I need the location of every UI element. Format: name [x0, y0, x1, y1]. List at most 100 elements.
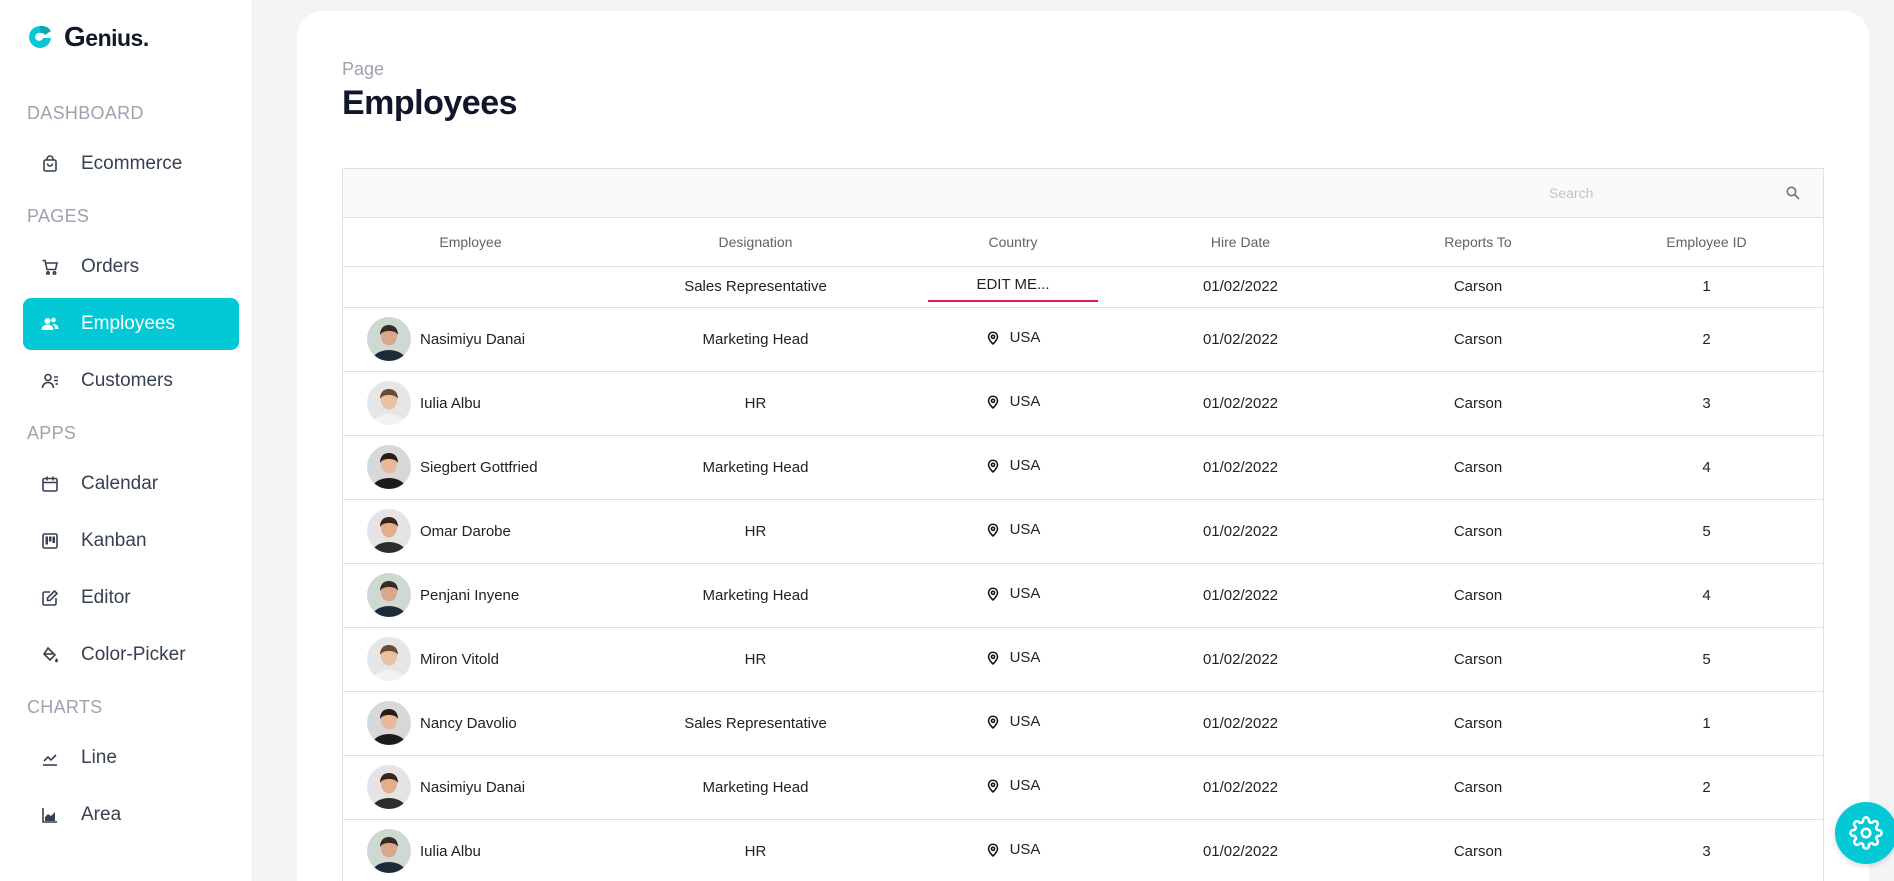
table-row[interactable]: Siegbert Gottfried Marketing Head USA 01/02…: [343, 435, 1823, 500]
table-row[interactable]: Iulia Albu HR USA 01/02/2022 Carson 3: [343, 371, 1823, 436]
location-pin-icon: [986, 715, 1000, 729]
country-cell: USA: [913, 499, 1113, 564]
column-header-hire-date[interactable]: Hire Date: [1113, 218, 1368, 267]
hire-date-cell: 01/02/2022: [1113, 755, 1368, 820]
sidebar-item-employees[interactable]: Employees: [23, 298, 239, 350]
employee-name: Siegbert Gottfried: [420, 458, 538, 476]
country-cell: USA: [913, 563, 1113, 628]
reports-to-cell: Carson: [1368, 819, 1588, 881]
avatar: [367, 637, 411, 681]
gear-icon: [1849, 816, 1883, 850]
edit-icon: [41, 589, 59, 607]
page-title: Employees: [342, 84, 518, 122]
country-cell: USA: [913, 819, 1113, 881]
settings-button[interactable]: [1835, 802, 1894, 864]
customers-icon: [41, 372, 59, 390]
country-cell: USA: [913, 435, 1113, 500]
table-row[interactable]: Omar Darobe HR USA 01/02/2022 Carson 5: [343, 499, 1823, 564]
location-pin-icon: [986, 587, 1000, 601]
grid-table: Employee Designation Country Hire Date R…: [343, 218, 1823, 881]
cart-icon: [41, 258, 59, 276]
location-pin-icon: [986, 779, 1000, 793]
hire-date-cell: 01/02/2022: [1113, 819, 1368, 881]
country-name: USA: [1009, 521, 1041, 539]
column-header-designation[interactable]: Designation: [598, 218, 913, 267]
hire-date-cell: 01/02/2022: [1113, 563, 1368, 628]
employee-cell: Siegbert Gottfried: [343, 435, 598, 500]
table-row[interactable]: Penjani Inyene Marketing Head USA 01/02/202…: [343, 563, 1823, 628]
sidebar-item-calendar[interactable]: Calendar: [23, 458, 239, 510]
employee-id-cell: 2: [1588, 755, 1823, 820]
column-header-reports-to[interactable]: Reports To: [1368, 218, 1588, 267]
location-pin-icon: [986, 651, 1000, 665]
sidebar-item-line[interactable]: Line: [23, 732, 239, 784]
designation-cell: HR: [598, 499, 913, 564]
table-row[interactable]: Nasimiyu Danai Marketing Head USA 01/02/202…: [343, 755, 1823, 820]
employee-name: Nasimiyu Danai: [420, 778, 526, 796]
section-title-apps: APPS: [27, 422, 77, 443]
line-chart-icon: [41, 749, 59, 767]
main-card: Page Employees Employee Designation Coun…: [297, 11, 1869, 881]
sidebar-item-editor[interactable]: Editor: [23, 572, 239, 624]
column-header-employee-id[interactable]: Employee ID: [1588, 218, 1823, 267]
sidebar-item-label: Line: [81, 747, 117, 768]
avatar: [367, 445, 411, 489]
grid-toolbar: [343, 169, 1823, 218]
designation-cell: Sales Representative: [598, 266, 913, 308]
employee-id-cell: 3: [1588, 819, 1823, 881]
country-cell: EDIT ME...: [913, 266, 1113, 308]
country-name: USA: [1009, 649, 1041, 667]
avatar: [367, 381, 411, 425]
hire-date-cell: 01/02/2022: [1113, 627, 1368, 692]
designation-cell: Marketing Head: [598, 307, 913, 372]
page-label: Page: [342, 59, 385, 79]
employee-id-cell: 4: [1588, 435, 1823, 500]
sidebar-item-area[interactable]: Area: [23, 789, 239, 841]
avatar: [367, 317, 411, 361]
designation-cell: Marketing Head: [598, 755, 913, 820]
table-row[interactable]: Nasimiyu Danai Marketing Head USA 01/02/202…: [343, 307, 1823, 372]
sidebar-item-color-picker[interactable]: Color-Picker: [23, 629, 239, 681]
sidebar-item-label: Area: [81, 804, 122, 825]
employee-cell: Penjani Inyene: [343, 563, 598, 628]
sidebar-item-ecommerce[interactable]: Ecommerce: [23, 138, 239, 190]
brand-logo[interactable]: Genius.: [26, 14, 149, 60]
kanban-icon: [41, 532, 59, 550]
sidebar-item-orders[interactable]: Orders: [23, 241, 239, 293]
employee-name: Iulia Albu: [420, 842, 481, 860]
reports-to-cell: Carson: [1368, 691, 1588, 756]
country-name: USA: [1009, 713, 1041, 731]
sidebar-nav: DASHBOARD Ecommerce PAGES Orders Employe…: [0, 92, 252, 846]
employee-name: Nasimiyu Danai: [420, 330, 526, 348]
sidebar-item-kanban[interactable]: Kanban: [23, 515, 239, 567]
employee-id-cell: 3: [1588, 371, 1823, 436]
sidebar-item-label: Ecommerce: [81, 153, 183, 174]
employee-name: Iulia Albu: [420, 394, 481, 412]
table-row[interactable]: Iulia Albu HR USA 01/02/2022 Carson 3: [343, 819, 1823, 881]
search-icon[interactable]: [1779, 179, 1807, 207]
hire-date-cell: 01/02/2022: [1113, 691, 1368, 756]
column-header-country[interactable]: Country: [913, 218, 1113, 267]
search-input[interactable]: [1535, 185, 1775, 201]
sidebar-item-customers[interactable]: Customers: [23, 355, 239, 407]
employee-cell: Iulia Albu: [343, 819, 598, 881]
country-cell: USA: [913, 691, 1113, 756]
avatar: [367, 765, 411, 809]
section-title-charts: CHARTS: [27, 696, 103, 717]
table-row[interactable]: Miron Vitold HR USA 01/02/2022 Carson 5: [343, 627, 1823, 692]
country-edit-input[interactable]: EDIT ME...: [928, 272, 1098, 302]
sidebar-item-label: Employees: [81, 313, 175, 334]
area-chart-icon: [41, 806, 59, 824]
location-pin-icon: [986, 459, 1000, 473]
table-row[interactable]: Nancy Davolio Sales Representative USA 01/0…: [343, 691, 1823, 756]
column-header-employee[interactable]: Employee: [343, 218, 598, 267]
avatar: [367, 509, 411, 553]
employee-name: Nancy Davolio: [420, 714, 517, 732]
employee-name: Penjani Inyene: [420, 586, 520, 604]
designation-cell: Marketing Head: [598, 563, 913, 628]
edit-row[interactable]: Sales Representative EDIT ME... 01/02/20…: [343, 266, 1823, 308]
country-cell: USA: [913, 307, 1113, 372]
section-title-pages: PAGES: [27, 205, 90, 226]
employee-id-cell: 2: [1588, 307, 1823, 372]
employee-name: Omar Darobe: [420, 522, 511, 540]
